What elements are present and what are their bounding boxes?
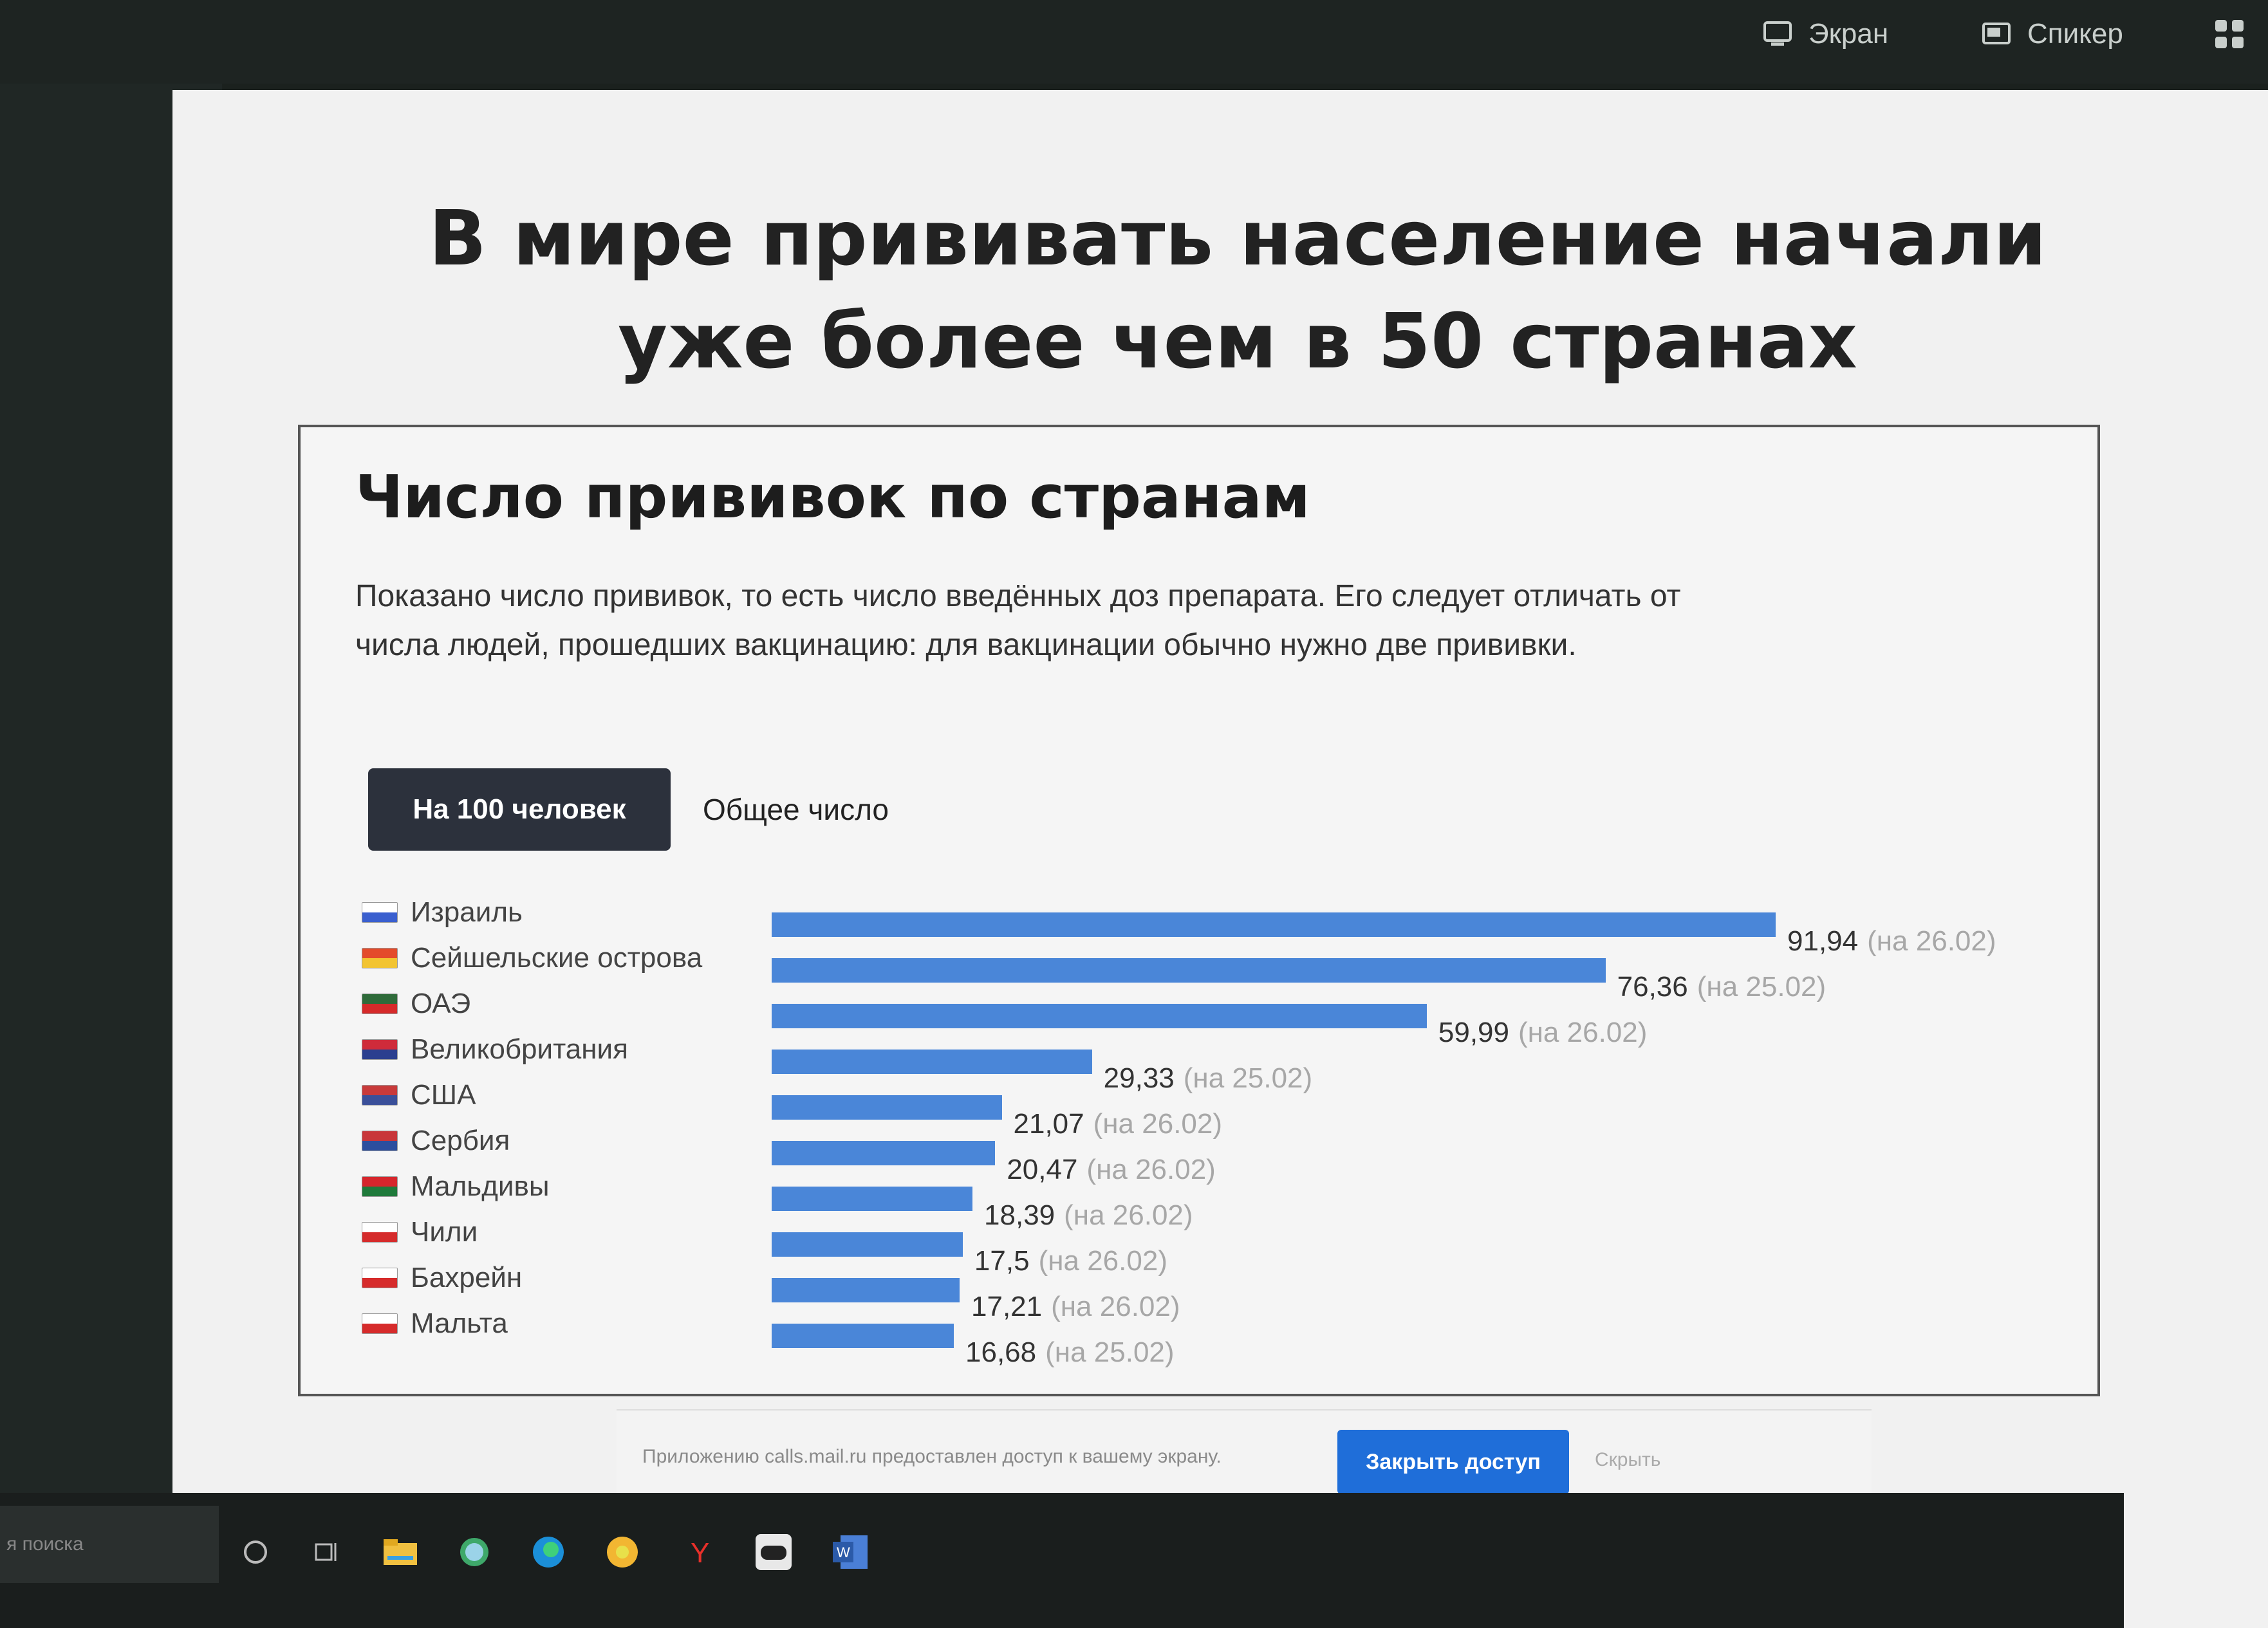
- screen-share-tab[interactable]: Экран: [1763, 12, 1888, 57]
- country-name: Сербия: [411, 1125, 510, 1156]
- country-label: Мальта: [362, 1304, 508, 1343]
- cortana-icon[interactable]: [235, 1531, 276, 1573]
- data-label: 16,68 (на 25.02): [965, 1337, 1175, 1369]
- flag-icon: [362, 902, 398, 923]
- country-label: Сейшельские острова: [362, 939, 702, 977]
- bar: [772, 1141, 996, 1165]
- date-text: (на 25.02): [1045, 1337, 1175, 1368]
- flag-icon: [362, 1313, 398, 1334]
- bar: [772, 912, 1776, 937]
- country-label: Чили: [362, 1213, 478, 1252]
- game-app-icon[interactable]: [753, 1531, 794, 1573]
- country-label: США: [362, 1076, 476, 1115]
- share-notice-text: Приложению calls.mail.ru предоставлен до…: [642, 1446, 1222, 1467]
- per-100-toggle[interactable]: На 100 человек: [368, 768, 671, 851]
- windows-taskbar: я поиска Y W: [0, 1493, 2124, 1628]
- chart-row: Великобритания 29,33 (на 25.02): [362, 1028, 2067, 1094]
- bar: [772, 1095, 1002, 1120]
- close-access-button[interactable]: Закрыть доступ: [1337, 1430, 1569, 1494]
- file-explorer-icon[interactable]: [380, 1531, 421, 1573]
- speaker-view-icon: [1982, 23, 2011, 44]
- chart-description: Показано число прививок, то есть число в…: [355, 579, 1681, 662]
- task-view-icon[interactable]: [306, 1531, 347, 1573]
- bar: [772, 1232, 963, 1257]
- chart-row: Мальдивы 18,39 (на 26.02): [362, 1165, 2067, 1231]
- word-icon[interactable]: W: [830, 1531, 871, 1573]
- grid-icon: [2215, 20, 2244, 48]
- chart-card: Число прививок по странам Показано число…: [298, 425, 2100, 1396]
- flag-icon: [362, 1039, 398, 1060]
- country-name: Мальдивы: [411, 1170, 550, 1202]
- yandex-browser-icon[interactable]: Y: [679, 1531, 720, 1573]
- browser-icon[interactable]: [454, 1531, 495, 1573]
- flag-icon: [362, 948, 398, 968]
- chart-row: Сербия 20,47 (на 26.02): [362, 1119, 2067, 1185]
- country-label: Мальдивы: [362, 1167, 549, 1206]
- total-count-toggle[interactable]: Общее число: [703, 768, 889, 851]
- country-name: США: [411, 1079, 476, 1111]
- monitor-icon: [1763, 21, 1792, 46]
- chart-row: Израиль 91,94 (на 26.02): [362, 891, 2067, 957]
- country-label: Бахрейн: [362, 1259, 522, 1297]
- flag-icon: [362, 1131, 398, 1151]
- flag-icon: [362, 1268, 398, 1288]
- taskbar-search-input[interactable]: я поиска: [0, 1506, 219, 1583]
- country-name: Сейшельские острова: [411, 942, 703, 974]
- chrome-icon[interactable]: [602, 1531, 643, 1573]
- slide-title: В мире прививать население начали уже бо…: [429, 194, 2047, 385]
- country-name: Великобритания: [411, 1033, 628, 1065]
- country-name: Бахрейн: [411, 1262, 523, 1293]
- call-toolbar: Экран Спикер: [0, 0, 2268, 84]
- grid-view-button[interactable]: [2214, 12, 2262, 57]
- country-label: Сербия: [362, 1122, 510, 1160]
- chart-row: Чили 17,5 (на 26.02): [362, 1210, 2067, 1277]
- screen-label: Экран: [1808, 18, 1889, 50]
- flag-icon: [362, 994, 398, 1014]
- country-name: Израиль: [411, 896, 523, 928]
- flag-icon: [362, 1176, 398, 1197]
- country-label: ОАЭ: [362, 985, 470, 1023]
- country-label: Израиль: [362, 893, 523, 932]
- speaker-view-tab[interactable]: Спикер: [1982, 12, 2123, 57]
- country-label: Великобритания: [362, 1030, 628, 1069]
- country-name: ОАЭ: [411, 988, 471, 1019]
- country-name: Чили: [411, 1216, 478, 1248]
- bar: [772, 1324, 954, 1348]
- bar: [772, 1004, 1427, 1028]
- country-name: Мальта: [411, 1308, 508, 1339]
- bar: [772, 958, 1606, 983]
- chart-row: США 21,07 (на 26.02): [362, 1073, 2067, 1140]
- svg-text:W: W: [837, 1544, 850, 1560]
- flag-icon: [362, 1085, 398, 1105]
- chart-title: Число прививок по странам: [355, 463, 1310, 532]
- chart-row: Сейшельские острова 76,36 (на 25.02): [362, 936, 2067, 1003]
- value-text: 16,68: [965, 1337, 1037, 1368]
- svg-text:Y: Y: [691, 1537, 709, 1569]
- bar: [772, 1187, 973, 1211]
- flag-icon: [362, 1222, 398, 1243]
- screen-share-notice: Приложению calls.mail.ru предоставлен до…: [617, 1409, 1872, 1501]
- hide-link[interactable]: Скрыть: [1595, 1449, 1660, 1471]
- speaker-label: Спикер: [2027, 18, 2123, 50]
- presentation-slide: В мире прививать население начали уже бо…: [172, 90, 2268, 1628]
- bar: [772, 1278, 960, 1302]
- chart-row: Мальта 16,68 (на 25.02): [362, 1302, 2067, 1368]
- edge-icon[interactable]: [528, 1531, 569, 1573]
- bar: [772, 1050, 1092, 1074]
- chart-row: ОАЭ 59,99 (на 26.02): [362, 982, 2067, 1048]
- chart-row: Бахрейн 17,21 (на 26.02): [362, 1256, 2067, 1322]
